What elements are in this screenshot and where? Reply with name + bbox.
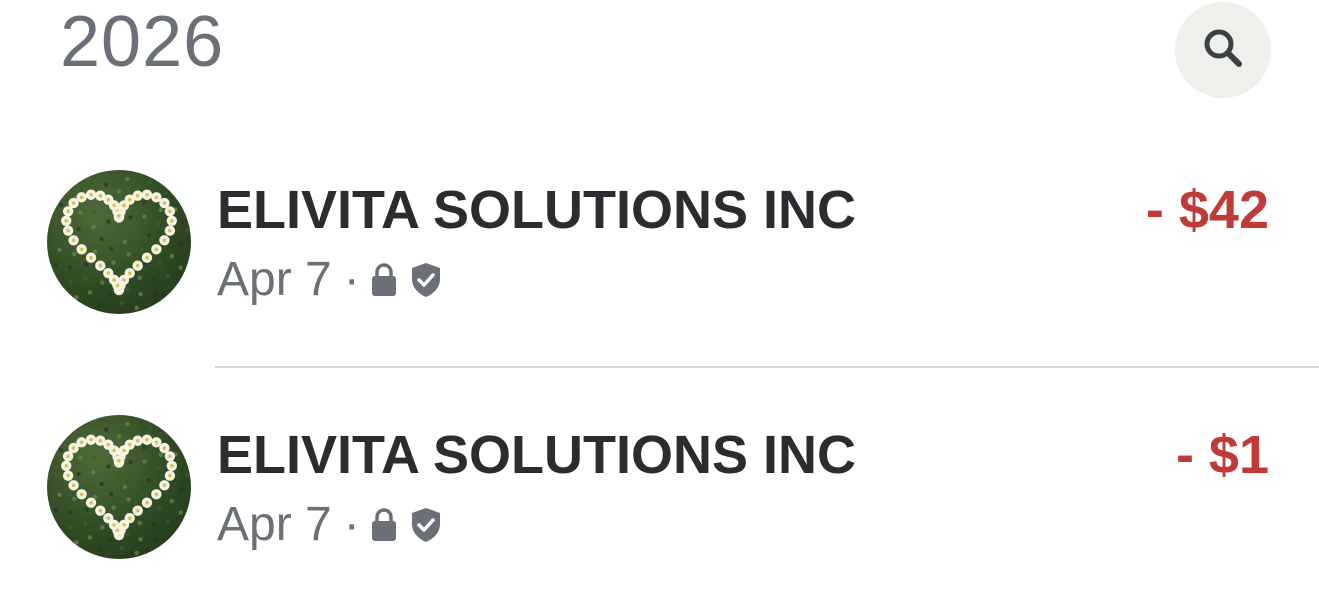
lock-icon — [370, 507, 398, 543]
lock-icon — [370, 262, 398, 298]
transaction-date: Apr 7 — [217, 253, 332, 306]
meta-separator: · — [343, 498, 360, 551]
transaction-amount: - $42 — [1145, 180, 1269, 240]
merchant-name: ELIVITA SOLUTIONS INC — [217, 425, 857, 485]
transaction-amount: - $1 — [1175, 425, 1269, 485]
year-header: 2026 — [60, 2, 225, 82]
merchant-avatar — [47, 170, 191, 314]
merchant-avatar — [47, 415, 191, 559]
search-button[interactable] — [1175, 2, 1271, 98]
transaction-meta: Apr 7 · — [217, 250, 444, 310]
row-divider — [215, 366, 1319, 368]
shield-check-icon — [408, 506, 444, 544]
shield-check-icon — [408, 261, 444, 299]
transaction-meta: Apr 7 · — [217, 495, 444, 555]
meta-separator: · — [343, 253, 360, 306]
transaction-row[interactable]: ELIVITA SOLUTIONS INC Apr 7 · - $1 — [0, 415, 1319, 575]
search-icon — [1199, 24, 1247, 77]
transaction-date: Apr 7 — [217, 498, 332, 551]
merchant-name: ELIVITA SOLUTIONS INC — [217, 180, 857, 240]
transaction-row[interactable]: ELIVITA SOLUTIONS INC Apr 7 · - $42 — [0, 170, 1319, 330]
